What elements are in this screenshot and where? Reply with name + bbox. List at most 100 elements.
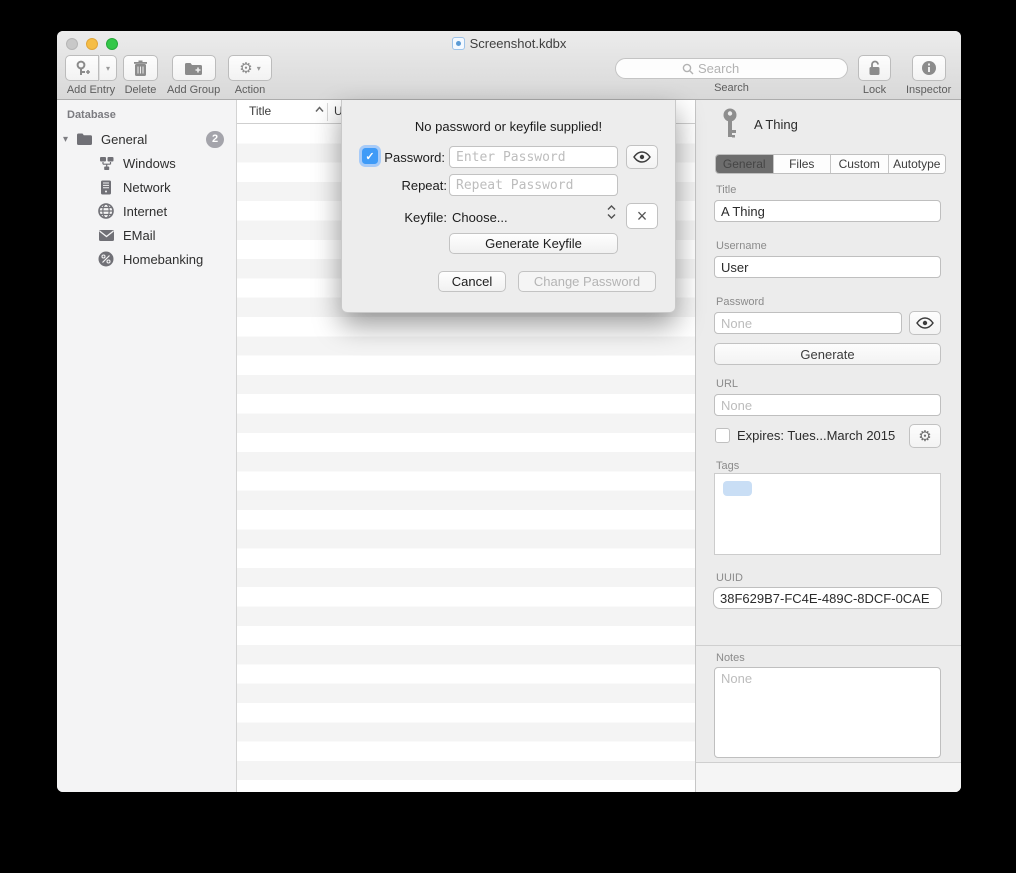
- enter-password-field[interactable]: [449, 146, 618, 168]
- tag-token[interactable]: [723, 481, 752, 496]
- cancel-button[interactable]: Cancel: [438, 271, 506, 292]
- expires-checkbox[interactable]: [715, 428, 730, 443]
- sidebar-item-label: Windows: [123, 156, 176, 171]
- server-icon: [97, 178, 115, 196]
- sidebar-item-homebanking[interactable]: Homebanking: [57, 248, 236, 270]
- sidebar-item-windows[interactable]: Windows: [57, 152, 236, 174]
- entry-header: A Thing: [720, 108, 798, 140]
- add-group-group: Add Group: [167, 55, 220, 96]
- action-button[interactable]: ⚙ ▾: [228, 55, 272, 81]
- folder-plus-icon: [184, 61, 203, 76]
- repeat-password-field[interactable]: [449, 174, 618, 196]
- notes-label: Notes: [716, 652, 745, 664]
- password-field[interactable]: [714, 312, 902, 334]
- password-label: Password:: [360, 150, 445, 165]
- uuid-label: UUID: [716, 572, 743, 584]
- entry-count-badge: 2: [206, 131, 224, 148]
- sidebar-item-internet[interactable]: Internet: [57, 200, 236, 222]
- add-group-button[interactable]: [172, 55, 216, 81]
- sidebar-item-label: Network: [123, 180, 171, 195]
- title-field[interactable]: [714, 200, 941, 222]
- key-icon: [720, 108, 740, 140]
- uuid-field[interactable]: [713, 587, 942, 609]
- generate-password-button[interactable]: Generate: [714, 343, 941, 365]
- sort-ascending-icon: [315, 106, 324, 113]
- chevron-down-icon: ▾: [257, 64, 261, 73]
- expires-label: Expires: Tues...March 2015: [737, 428, 895, 443]
- clear-keyfile-button[interactable]: ×: [626, 203, 658, 229]
- search-group: Search Search: [615, 58, 848, 94]
- column-header-title[interactable]: Title: [249, 104, 271, 118]
- windows-network-icon: [97, 154, 115, 172]
- eye-icon: [916, 317, 934, 329]
- change-password-button[interactable]: Change Password: [518, 271, 656, 292]
- add-group-label: Add Group: [167, 84, 220, 96]
- lock-group: Lock: [858, 55, 891, 96]
- tab-general[interactable]: General: [716, 155, 773, 173]
- tab-custom[interactable]: Custom: [830, 155, 888, 173]
- inspector-group: Inspector: [906, 55, 951, 96]
- key-plus-icon: [74, 60, 91, 77]
- entry-title: A Thing: [754, 117, 798, 132]
- sidebar-item-general[interactable]: ▾ General 2: [57, 128, 236, 150]
- reveal-password-button[interactable]: [909, 311, 941, 335]
- expires-row: Expires: Tues...March 2015: [715, 428, 895, 443]
- info-icon: [921, 60, 937, 76]
- trash-icon: [133, 60, 148, 77]
- folder-icon: [75, 130, 93, 148]
- tab-files[interactable]: Files: [773, 155, 831, 173]
- disclosure-triangle-icon[interactable]: ▾: [63, 134, 75, 145]
- titlebar-toolbar: Screenshot.kdbx ▾ Add Entry: [57, 31, 961, 100]
- panel-footer: [696, 763, 961, 792]
- add-entry-button[interactable]: [65, 55, 99, 81]
- stepper-icon[interactable]: [607, 205, 616, 219]
- add-entry-label: Add Entry: [67, 84, 115, 96]
- sidebar-item-label: Homebanking: [123, 252, 203, 267]
- column-divider[interactable]: [327, 103, 328, 121]
- globe-icon: [97, 202, 115, 220]
- username-field[interactable]: [714, 256, 941, 278]
- username-label: Username: [716, 240, 767, 252]
- generate-keyfile-button[interactable]: Generate Keyfile: [449, 233, 618, 254]
- expires-settings-button[interactable]: ⚙: [909, 424, 941, 448]
- search-icon: [682, 63, 694, 75]
- inspector-panel: A Thing General Files Custom Autotype Ti…: [695, 100, 961, 792]
- repeat-label: Repeat:: [362, 178, 447, 193]
- close-icon: ×: [637, 206, 648, 227]
- delete-button[interactable]: [123, 55, 158, 81]
- search-placeholder: Search: [698, 61, 739, 76]
- password-change-sheet: No password or keyfile supplied! ✓ Passw…: [341, 100, 676, 313]
- gear-icon: ⚙: [239, 59, 252, 77]
- keyfile-label: Keyfile:: [362, 210, 447, 225]
- eye-icon: [633, 151, 651, 163]
- inspector-tabs: General Files Custom Autotype: [715, 154, 946, 174]
- lock-button[interactable]: [858, 55, 891, 81]
- tab-autotype[interactable]: Autotype: [888, 155, 946, 173]
- notes-field[interactable]: [714, 667, 941, 758]
- sidebar: Database ▾ General 2: [57, 100, 237, 792]
- gear-icon: ⚙: [918, 427, 931, 445]
- sheet-message: No password or keyfile supplied!: [342, 119, 675, 134]
- sidebar-item-label: Internet: [123, 204, 167, 219]
- search-label: Search: [714, 82, 749, 94]
- tags-label: Tags: [716, 460, 739, 472]
- password-label: Password: [716, 296, 764, 308]
- search-input[interactable]: Search: [615, 58, 848, 79]
- title-label: Title: [716, 184, 736, 196]
- delete-label: Delete: [125, 84, 157, 96]
- sidebar-section-header: Database: [67, 109, 116, 121]
- reveal-password-button[interactable]: [626, 145, 658, 169]
- tags-field[interactable]: [714, 473, 941, 555]
- delete-group: Delete: [123, 55, 158, 96]
- envelope-icon: [97, 226, 115, 244]
- add-entry-dropdown[interactable]: ▾: [100, 55, 117, 81]
- sidebar-item-email[interactable]: EMail: [57, 224, 236, 246]
- sidebar-item-label: EMail: [123, 228, 156, 243]
- inspector-button[interactable]: [912, 55, 946, 81]
- window-title: Screenshot.kdbx: [57, 36, 961, 51]
- action-group: ⚙ ▾ Action: [228, 55, 272, 96]
- url-field[interactable]: [714, 394, 941, 416]
- keyfile-popup[interactable]: Choose...: [452, 210, 508, 225]
- sidebar-item-network[interactable]: Network: [57, 176, 236, 198]
- unlock-icon: [867, 60, 882, 77]
